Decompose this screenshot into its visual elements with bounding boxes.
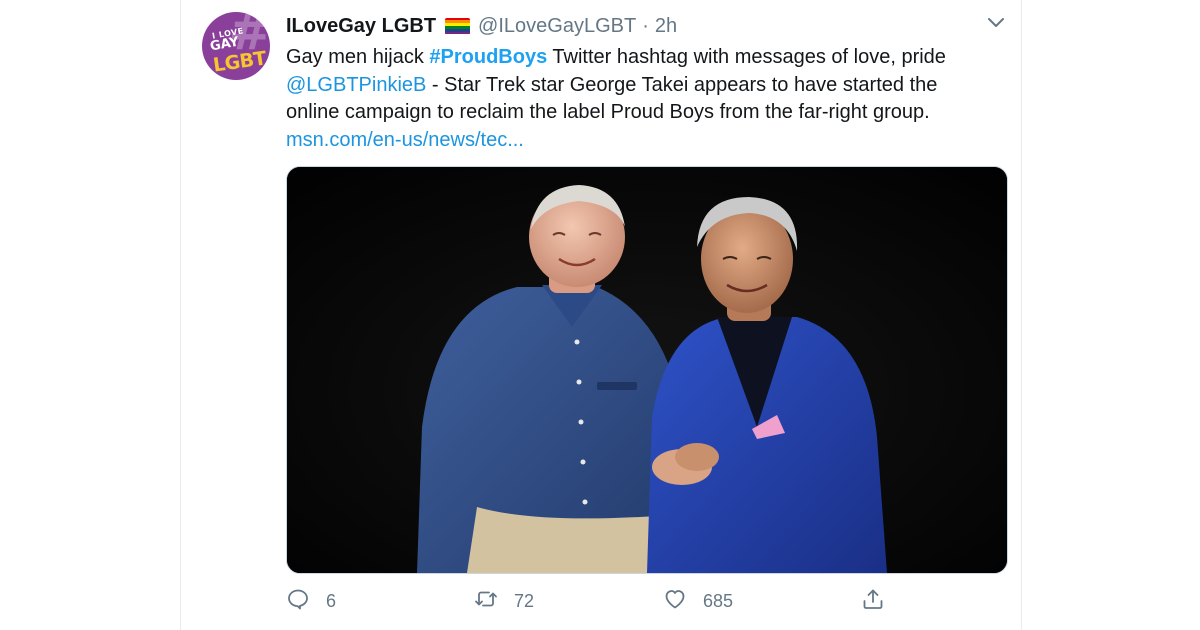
reply-count: 6 — [326, 590, 337, 611]
reply-button[interactable]: 6 — [286, 586, 336, 616]
article-link[interactable]: msn.com/en-us/news/tec... — [286, 129, 524, 151]
tweet-text-line: msn.com/en-us/news/tec... — [286, 127, 1006, 155]
tweet-card[interactable]: # I LOVE GAY LGBT ILoveGay LGBT @ILoveGa… — [180, 0, 1022, 630]
photo-two-men — [287, 167, 1007, 573]
retweet-button[interactable]: 72 — [474, 586, 534, 616]
share-icon — [861, 587, 885, 616]
display-name[interactable]: ILoveGay LGBT — [286, 15, 436, 38]
heart-icon — [663, 587, 687, 616]
like-button[interactable]: 685 — [663, 586, 733, 616]
avatar[interactable]: # I LOVE GAY LGBT — [202, 12, 270, 80]
tweet-timestamp[interactable]: 2h — [655, 15, 677, 38]
tweet-text: Gay men hijack #ProudBoys Twitter hashta… — [286, 44, 1006, 154]
tweet-actions: 6 72 685 — [286, 586, 1006, 616]
like-count: 685 — [703, 590, 734, 611]
share-button[interactable] — [861, 586, 885, 616]
tweet-text-segment: Twitter hashtag with messages of love, p… — [547, 46, 946, 68]
retweet-icon — [474, 587, 498, 616]
user-handle[interactable]: @ILoveGayLGBT — [478, 15, 636, 38]
retweet-count: 72 — [514, 590, 535, 611]
tweet-text-line: Gay men hijack #ProudBoys Twitter hashta… — [286, 44, 1006, 72]
tweet-photo[interactable] — [286, 166, 1008, 574]
tweet-text-segment: - Star Trek star George Takei appears to… — [426, 73, 938, 96]
tweet-text-segment: Gay men hijack — [286, 46, 430, 68]
reply-icon — [286, 587, 310, 616]
tweet-header: ILoveGay LGBT @ILoveGayLGBT · 2h — [286, 13, 677, 39]
tweet-text-line: online campaign to reclaim the label Pro… — [286, 101, 930, 123]
tweet-text-line: @LGBTPinkieB - Star Trek star George Tak… — [286, 72, 1006, 100]
chevron-down-icon[interactable] — [985, 14, 1007, 32]
header-separator: · — [642, 14, 649, 37]
rainbow-flag-icon — [445, 17, 471, 35]
hashtag-link[interactable]: #ProudBoys — [429, 46, 547, 68]
mention-link[interactable]: @LGBTPinkieB — [286, 74, 426, 96]
